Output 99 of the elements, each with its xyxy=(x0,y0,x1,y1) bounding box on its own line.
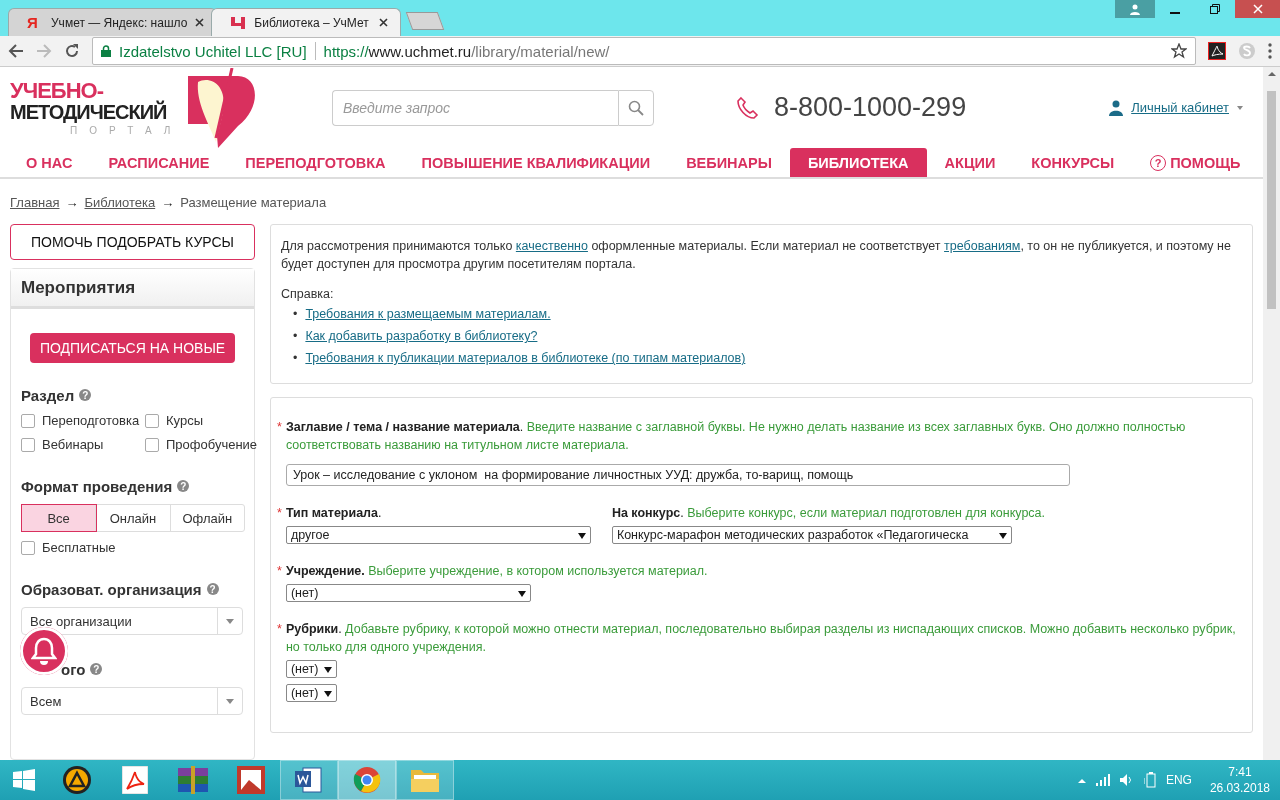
breadcrumb-current: Размещение материала xyxy=(180,195,327,211)
tab-title: Библиотека – УчМет xyxy=(254,15,370,30)
checkbox[interactable] xyxy=(145,413,159,428)
checkbox-label: Бесплатные xyxy=(42,540,116,556)
checkbox-label: Профобучение xyxy=(166,437,258,453)
help-icon[interactable]: ? xyxy=(90,663,103,676)
site-favicon-icon xyxy=(230,14,247,31)
nav-tab[interactable]: ПЕРЕПОДГОТОВКА xyxy=(227,148,404,178)
field-label: Тип материала. xyxy=(285,505,383,523)
nav-tab[interactable]: АКЦИИ xyxy=(926,148,1014,178)
reload-icon[interactable] xyxy=(64,43,80,59)
pdf-extension-icon[interactable] xyxy=(1208,42,1226,60)
help-icon[interactable]: ? xyxy=(206,583,219,596)
nav-tab[interactable]: ПОВЫШЕНИЕ КВАЛИФИКАЦИИ xyxy=(403,148,669,178)
breadcrumb-link[interactable]: Главная xyxy=(10,195,60,211)
nav-tab[interactable]: КОНКУРСЫ xyxy=(1013,148,1133,178)
star-icon[interactable] xyxy=(1171,43,1187,59)
help-icon[interactable]: ? xyxy=(177,480,190,493)
help-link[interactable]: Требования к публикации материалов в библиотеке (по типам материалов) xyxy=(305,349,746,368)
reference-title: Справка: xyxy=(281,286,335,304)
dropdown[interactable]: (нет) xyxy=(285,584,531,603)
forward-icon[interactable] xyxy=(36,43,52,59)
required-mark: * xyxy=(277,505,282,523)
checkbox[interactable] xyxy=(145,437,159,452)
help-link[interactable]: Как добавить разработку в библиотеку? xyxy=(305,327,538,346)
url-text: https://www.uchmet.ru/library/material/new/ xyxy=(323,42,611,60)
skype-icon[interactable] xyxy=(1238,42,1256,60)
user-icon xyxy=(1109,99,1124,116)
windows-logo-icon xyxy=(13,769,35,791)
dropdown[interactable]: другое xyxy=(285,526,591,545)
bullet: • xyxy=(293,328,298,346)
new-tab-button[interactable] xyxy=(406,12,445,30)
title-input-field[interactable]: Урок – исследование с уклоном на формирование личностных УУД: дружба, то-варищ, помощь xyxy=(285,464,1070,487)
help-icon[interactable]: ? xyxy=(79,389,92,402)
scrollbar[interactable] xyxy=(1263,67,1280,761)
checkbox-label: Курсы xyxy=(166,413,203,429)
bullet: • xyxy=(293,306,298,324)
tab-title: Учмет — Яндекс: нашло xyxy=(51,15,188,30)
scroll-up-icon[interactable] xyxy=(1267,71,1276,77)
segment-option[interactable]: Онлайн xyxy=(96,505,171,532)
nav-tab[interactable]: О НАС xyxy=(8,148,91,178)
required-mark: * xyxy=(277,621,282,639)
tray-arrow-icon[interactable] xyxy=(1077,777,1086,783)
search-field[interactable]: Введите запрос xyxy=(332,89,618,126)
checkbox[interactable] xyxy=(21,437,35,452)
field-label: Учреждение. Выберите учреждение, в котором используется материал. xyxy=(285,563,708,581)
site-identity: Izdatelstvo Uchitel LLC [RU] xyxy=(119,42,307,60)
dropdown[interactable]: Конкурс-марафон методических разработок «Педагогическа xyxy=(611,526,1012,545)
subscribe-button[interactable]: ПОДПИСАТЬСЯ НА НОВЫЕ xyxy=(29,333,236,364)
phone-icon xyxy=(736,95,760,120)
scrollbar-thumb[interactable] xyxy=(1267,91,1276,309)
section-title: ого xyxy=(61,660,86,678)
section-title: Формат проведения xyxy=(21,477,173,495)
help-link[interactable]: Требования к размещаемым материалам. xyxy=(305,305,551,324)
checkbox[interactable] xyxy=(21,413,35,428)
text-link[interactable]: качественно xyxy=(515,239,588,254)
required-mark: * xyxy=(277,419,282,437)
tab-favicon: Я xyxy=(27,14,39,31)
close-icon[interactable] xyxy=(379,18,389,27)
field-label: Заглавие / тема / название материала. Введите название с заглавной буквы. Не нужно делать название из всех заглавных букв. Оно должно полностью соответствовать названию на титульном листе материала. xyxy=(285,419,1187,455)
breadcrumb-separator: → xyxy=(65,195,79,211)
pick-courses-button[interactable]: ПОМОЧЬ ПОДОБРАТЬ КУРСЫ xyxy=(10,224,255,261)
panel-title: Мероприятия xyxy=(11,269,254,310)
segment-option[interactable]: Офлайн xyxy=(170,505,244,532)
battery-icon[interactable] xyxy=(1143,772,1156,788)
checkbox-label: Переподготовка xyxy=(42,413,140,429)
close-icon[interactable] xyxy=(195,18,205,27)
nav-tab[interactable]: ? ПОМОЩЬ xyxy=(1132,148,1259,178)
section-title: Образоват. организация xyxy=(21,580,202,598)
menu-icon[interactable] xyxy=(1268,43,1272,59)
checkbox-label: Вебинары xyxy=(42,437,104,453)
back-icon[interactable] xyxy=(8,43,24,59)
segment-option[interactable]: Все xyxy=(22,505,97,532)
dropdown[interactable]: (нет) xyxy=(285,660,338,679)
section-title: Раздел xyxy=(21,386,75,404)
lock-icon xyxy=(101,45,111,57)
field-label: На конкурс. Выберите конкурс, если материал подготовлен для конкурса. xyxy=(611,505,1046,523)
search-icon[interactable] xyxy=(618,89,654,126)
breadcrumb-link[interactable]: Библиотека xyxy=(84,195,156,211)
notice-text: Для рассмотрения принимаются только качественно оформленные материалы. Если материал не соответствует требованиям, то он не публикуется, и поэтому не будет доступен для просмотра другим посетителям портала. xyxy=(281,238,1232,274)
nav-tab[interactable]: БИБЛИОТЕКА xyxy=(789,148,927,178)
browser-tab[interactable]: Библиотека – УчМет xyxy=(211,8,402,36)
address-bar[interactable]: Izdatelstvo Uchitel LLC [RU] https://www.uchmet.ru/library/material/new/ xyxy=(92,37,1196,65)
dropdown[interactable]: (нет) xyxy=(285,684,338,703)
required-mark: * xyxy=(277,563,282,581)
account-link[interactable]: Личный кабинет xyxy=(1131,100,1229,116)
speaker-icon[interactable] xyxy=(1119,774,1134,786)
dropdown[interactable]: Всем xyxy=(21,687,243,716)
phone-number: 8-800-1000-299 xyxy=(774,92,967,124)
nav-tab[interactable]: РАСПИСАНИЕ xyxy=(90,148,228,178)
taskbar-app-icon[interactable] xyxy=(280,760,338,800)
signal-icon[interactable] xyxy=(1095,774,1110,786)
field-label: Рубрики. Добавьте рубрику, к которой можно отнести материал, последовательно выбирая разделы из ниспадающих списков. Можно добавить несколько рубрик, но только для одного учреждения. xyxy=(285,621,1237,657)
nav-tab[interactable]: ВЕБИНАРЫ xyxy=(668,148,790,178)
breadcrumb-separator: → xyxy=(161,195,175,211)
bullet: • xyxy=(293,350,298,368)
bell-icon xyxy=(31,637,57,665)
site-logo[interactable]: УЧЕБНО- МЕТОДИЧЕСКИЙ ПОРТАЛ xyxy=(10,67,332,148)
checkbox[interactable] xyxy=(21,540,35,555)
